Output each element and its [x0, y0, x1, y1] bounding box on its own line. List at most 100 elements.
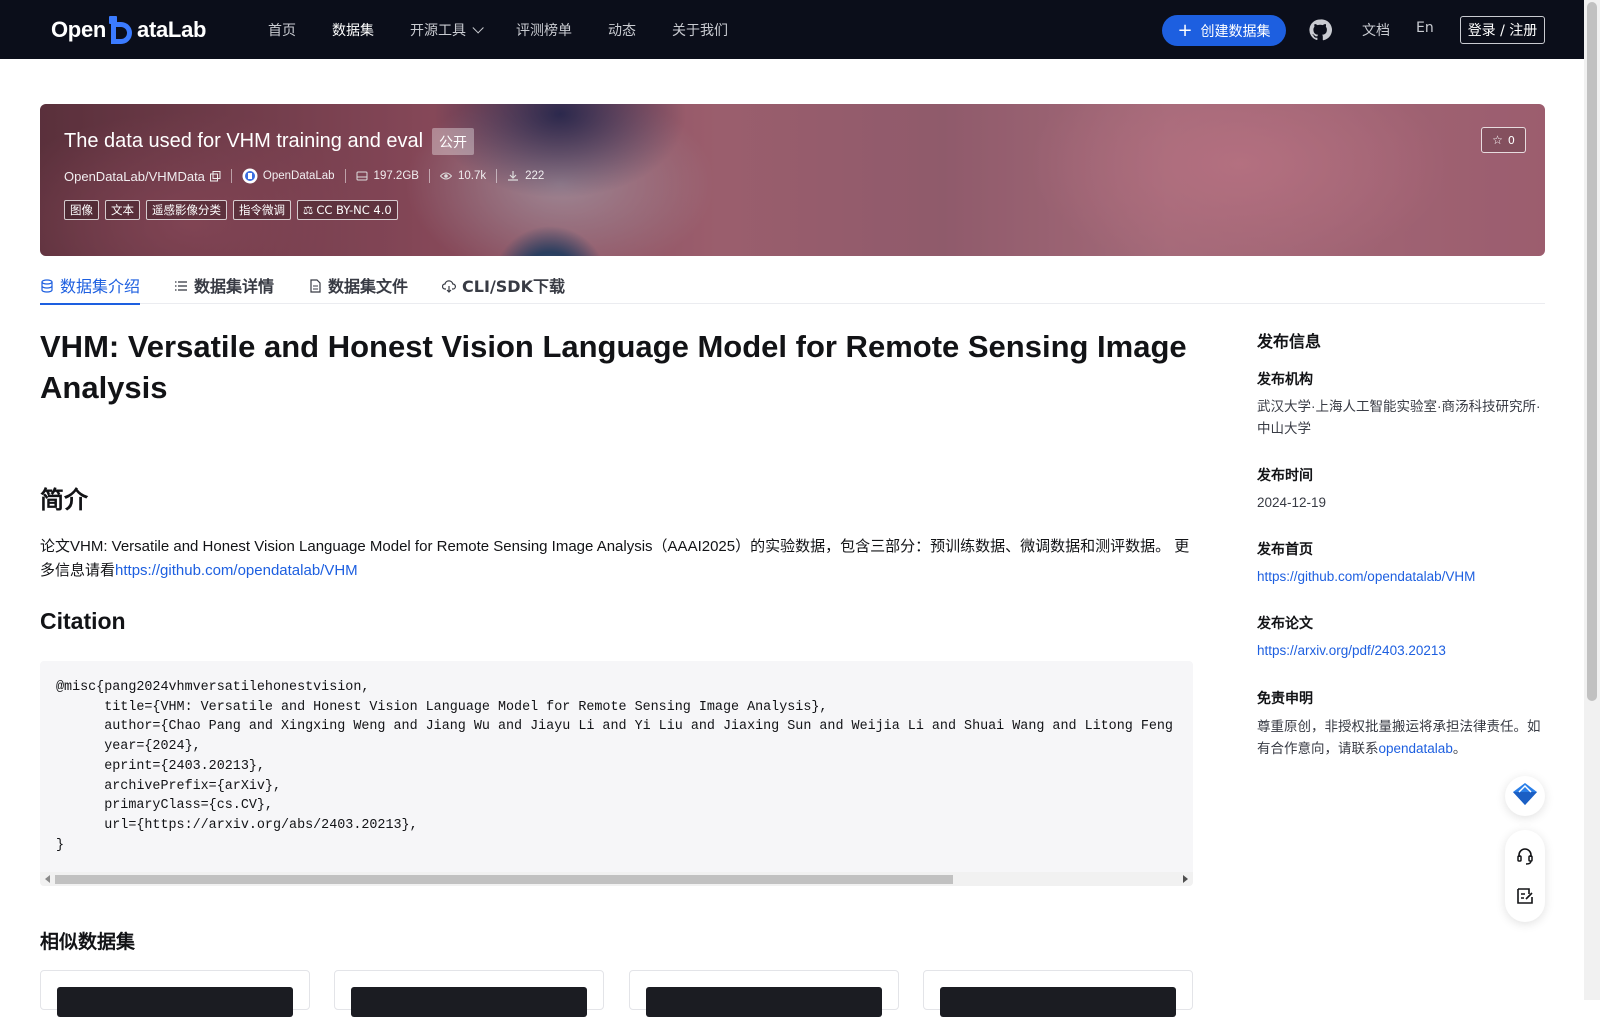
readme-title: VHM: Versatile and Honest Vision Languag…	[40, 329, 1187, 405]
language-switch[interactable]: En	[1416, 20, 1434, 36]
nav-about[interactable]: 关于我们	[672, 20, 728, 40]
cloud-download-icon	[441, 278, 457, 293]
logo-d-icon	[108, 16, 136, 44]
chevron-down-icon	[472, 21, 484, 34]
nav-home[interactable]: 首页	[268, 20, 296, 40]
disclaimer-label: 免责申明	[1257, 690, 1313, 706]
nav-datasets[interactable]: 数据集	[332, 20, 374, 40]
publisher-name[interactable]: OpenDataLab	[263, 170, 335, 182]
paper-link[interactable]: https://arxiv.org/pdf/2403.20213	[1257, 643, 1446, 658]
page-scrollbar-thumb[interactable]	[1587, 2, 1597, 701]
copy-icon[interactable]	[209, 170, 221, 182]
diamond-logo-icon	[1512, 782, 1538, 810]
similar-dataset-card[interactable]	[923, 970, 1193, 1017]
intro-paragraph: 论文VHM: Versatile and Honest Vision Langu…	[40, 535, 1200, 583]
tab-cli-sdk[interactable]: CLI/SDK下载	[441, 266, 565, 304]
meta-divider	[496, 169, 498, 183]
plus-icon: +	[1177, 19, 1193, 41]
dataset-cover	[351, 987, 587, 1017]
license-tag[interactable]: ⚖ CC BY-NC 4.0	[297, 200, 398, 220]
publisher-org-label: 发布机构	[1257, 371, 1313, 387]
eye-icon	[439, 170, 453, 182]
publish-info-heading: 发布信息	[1257, 334, 1322, 351]
opendatalab-logo[interactable]: Open ataLab	[51, 14, 206, 46]
tag-instruction-tuning[interactable]: 指令微调	[233, 200, 291, 220]
create-dataset-label: 创建数据集	[1200, 23, 1271, 40]
disclaimer-end: 。	[1452, 741, 1467, 756]
intro-heading: 简介	[40, 486, 88, 514]
tab-details-label: 数据集详情	[194, 277, 275, 296]
tab-files-label: 数据集文件	[328, 277, 409, 296]
nav-leaderboard[interactable]: 评测榜单	[516, 20, 572, 40]
tag-text[interactable]: 文本	[105, 200, 140, 220]
similar-datasets-heading: 相似数据集	[40, 931, 136, 953]
page-scrollbar[interactable]	[1584, 0, 1600, 1000]
floating-action-group	[1505, 830, 1545, 922]
nav-open-tools-label: 开源工具	[410, 22, 466, 39]
publisher-org-value: 武汉大学·上海人工智能实验室·商汤科技研究所·中山大学	[1257, 399, 1541, 436]
headset-icon[interactable]	[1515, 846, 1535, 866]
nav-open-tools[interactable]: 开源工具	[410, 20, 484, 40]
tag-image[interactable]: 图像	[64, 200, 99, 220]
dataset-banner: The data used for VHM training and eval …	[40, 104, 1545, 256]
nav-news[interactable]: 动态	[608, 20, 636, 40]
nav-about-label: 关于我们	[672, 22, 728, 39]
similar-dataset-card[interactable]	[334, 970, 604, 1017]
database-icon	[40, 278, 54, 293]
dataset-size: 197.2GB	[373, 170, 419, 182]
view-count: 10.7k	[457, 170, 487, 182]
scroll-left-arrow-icon[interactable]	[45, 875, 50, 883]
top-navbar: Open ataLab 首页 数据集 开源工具 评测榜单 动态 关于我们 + 创…	[0, 0, 1584, 59]
dataset-meta: OpenDataLab/VHMData OpenDataLab 197.2GB …	[64, 166, 544, 186]
nav-news-label: 动态	[608, 22, 636, 39]
meta-divider	[230, 169, 232, 183]
tab-details[interactable]: 数据集详情	[174, 266, 274, 304]
scale-icon: ⚖	[303, 203, 314, 217]
star-button[interactable]: ☆ 0	[1481, 127, 1526, 153]
citation-heading: Citation	[40, 608, 126, 634]
citation-code-block: @misc{pang2024vhmversatilehonestvision, …	[40, 661, 1193, 886]
logo-text-right: ataLab	[137, 17, 207, 42]
tab-files[interactable]: 数据集文件	[308, 266, 408, 304]
dataset-title: The data used for VHM training and eval	[64, 130, 424, 152]
file-icon	[308, 278, 322, 293]
dataset-cover	[646, 987, 882, 1017]
nav-leaderboard-label: 评测榜单	[516, 22, 572, 39]
code-horizontal-scrollbar[interactable]	[40, 872, 1193, 886]
tab-introduction[interactable]: 数据集介绍	[40, 266, 141, 305]
download-icon	[507, 170, 519, 182]
list-icon	[174, 278, 188, 292]
logo-text-left: Open	[51, 17, 107, 42]
repo-name: OpenDataLab/VHMData	[64, 168, 205, 184]
license-label: CC BY-NC 4.0	[316, 203, 392, 217]
meta-divider	[428, 169, 430, 183]
star-icon: ☆	[1492, 133, 1503, 147]
paper-label: 发布论文	[1257, 615, 1313, 631]
floating-logo-button[interactable]	[1505, 776, 1545, 816]
disclaimer-text: 尊重原创，非授权批量搬运将承担法律责任。如有合作意向，请联系opendatala…	[1257, 716, 1547, 760]
nav-home-label: 首页	[268, 22, 296, 39]
publisher-avatar-icon	[242, 168, 258, 184]
nav-docs[interactable]: 文档	[1362, 20, 1390, 40]
download-count: 222	[525, 170, 545, 182]
dataset-cover	[940, 987, 1176, 1017]
github-link[interactable]: https://github.com/opendatalab/VHM	[115, 562, 358, 579]
contact-link[interactable]: opendatalab	[1379, 741, 1453, 756]
nav-datasets-label: 数据集	[332, 22, 374, 39]
tag-remote-sensing-classification[interactable]: 遥感影像分类	[146, 200, 227, 220]
login-register-button[interactable]: 登录 / 注册	[1460, 16, 1545, 44]
publish-date-label: 发布时间	[1257, 467, 1313, 483]
similar-dataset-card[interactable]	[40, 970, 310, 1017]
homepage-label: 发布首页	[1257, 541, 1313, 557]
tab-cli-sdk-label: CLI/SDK下载	[462, 277, 565, 296]
homepage-link[interactable]: https://github.com/opendatalab/VHM	[1257, 569, 1475, 584]
create-dataset-button[interactable]: + 创建数据集	[1162, 15, 1286, 46]
dataset-tags: 图像 文本 遥感影像分类 指令微调 ⚖ CC BY-NC 4.0	[64, 200, 404, 220]
github-icon[interactable]	[1308, 18, 1332, 42]
code-scrollbar-thumb[interactable]	[55, 875, 953, 884]
scroll-right-arrow-icon[interactable]	[1183, 875, 1188, 883]
similar-dataset-card[interactable]	[629, 970, 899, 1017]
storage-icon	[356, 170, 368, 182]
main-nav: 首页 数据集 开源工具 评测榜单 动态 关于我们	[268, 0, 764, 59]
feedback-edit-icon[interactable]	[1515, 886, 1535, 906]
